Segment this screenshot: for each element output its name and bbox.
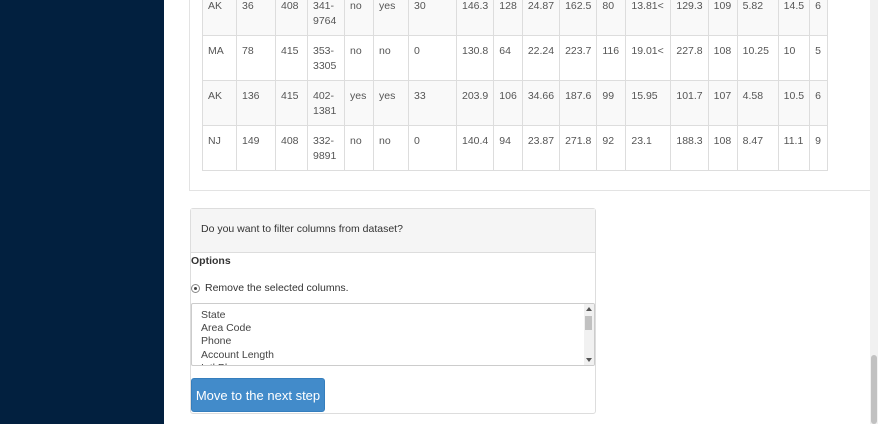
table-cell: 24.87 <box>521 0 561 36</box>
dataset-preview-panel: AK 36 408 341-9764 no yes 30 146.3 128 24.87 162.5… <box>189 0 870 191</box>
table-cell: 415 <box>275 80 308 126</box>
table-cell: 129.3 <box>670 0 709 36</box>
table-cell: 128 <box>493 0 523 36</box>
column-option[interactable]: Account Length <box>201 349 274 362</box>
table-cell: 78 <box>236 35 276 81</box>
table-cell: 223.7 <box>559 35 598 81</box>
table-cell: 6 <box>809 0 829 36</box>
scroll-thumb[interactable] <box>585 316 592 330</box>
table-cell: 140.4 <box>455 125 495 171</box>
table-cell: 227.8 <box>670 35 709 81</box>
table-cell: 353-3305 <box>307 35 345 81</box>
table-row: AK 136 415 402-1381 yes yes 33 203.9 106 34.66 187… <box>202 80 829 126</box>
table-cell: yes <box>373 80 409 126</box>
table-row: AK 36 408 341-9764 no yes 30 146.3 128 24.87 162.5… <box>202 0 829 36</box>
table-cell: 10 <box>777 35 811 81</box>
dataset-table: AK 36 408 341-9764 no yes 30 146.3 128 24.87 162.5… <box>202 0 829 171</box>
scroll-down-icon[interactable] <box>586 358 592 362</box>
table-cell: 8.47 <box>736 125 779 171</box>
table-cell: 402-1381 <box>307 80 345 126</box>
table-cell: 271.8 <box>559 125 598 171</box>
table-cell: no <box>344 35 374 81</box>
table-cell: 64 <box>493 35 523 81</box>
table-cell: yes <box>344 80 374 126</box>
column-option[interactable]: Area Code <box>201 322 274 335</box>
table-cell: 4.58 <box>736 80 779 126</box>
table-cell: 108 <box>707 35 738 81</box>
table-cell: 146.3 <box>455 0 495 36</box>
column-option[interactable]: Intl Plan <box>201 362 274 365</box>
options-label: Options <box>191 255 231 267</box>
table-cell: NJ <box>202 125 237 171</box>
radio-button[interactable] <box>191 283 200 293</box>
column-option[interactable]: Phone <box>201 335 274 348</box>
table-cell: 15.95 <box>625 80 672 126</box>
table-cell: 415 <box>275 35 308 81</box>
table-cell: 116 <box>596 35 627 81</box>
table-cell: 36 <box>236 0 276 36</box>
table-cell: AK <box>202 0 237 36</box>
table-cell: 5 <box>809 35 829 81</box>
next-step-button[interactable]: Move to the next step <box>191 378 325 412</box>
table-cell: 9 <box>809 125 829 171</box>
table-cell: no <box>344 125 374 171</box>
table-cell: 109 <box>707 0 738 36</box>
table-cell: 0 <box>408 125 457 171</box>
table-cell: no <box>373 125 409 171</box>
table-cell: 23.1 <box>625 125 672 171</box>
remove-columns-option[interactable]: Remove the selected columns. <box>191 282 349 294</box>
main-content: AK 36 408 341-9764 no yes 30 146.3 128 24.87 162.5… <box>164 0 870 424</box>
scroll-up-icon[interactable] <box>586 307 592 311</box>
table-cell: no <box>373 35 409 81</box>
table-cell: 6 <box>809 80 829 126</box>
table-cell: 149 <box>236 125 276 171</box>
table-cell: yes <box>373 0 409 36</box>
table-cell: 10.25 <box>736 35 779 81</box>
table-cell: no <box>344 0 374 36</box>
sidebar <box>0 0 164 424</box>
table-cell: 332-9891 <box>307 125 345 171</box>
table-cell: 94 <box>493 125 523 171</box>
table-cell: 187.6 <box>559 80 598 126</box>
table-cell: 162.5 <box>559 0 598 36</box>
table-cell: 203.9 <box>455 80 495 126</box>
filter-columns-panel: Do you want to filter columns from datas… <box>190 208 596 414</box>
table-cell: 341-9764 <box>307 0 345 36</box>
column-select-list[interactable]: StateArea CodePhoneAccount LengthIntl Pl… <box>191 303 595 366</box>
table-cell: 10.5 <box>777 80 811 126</box>
radio-label: Remove the selected columns. <box>205 282 349 294</box>
page-scroll-thumb[interactable] <box>871 355 877 424</box>
table-cell: MA <box>202 35 237 81</box>
table-cell: 99 <box>596 80 627 126</box>
table-row: NJ 149 408 332-9891 no no 0 140.4 94 23.87 271.8 92… <box>202 125 829 171</box>
table-cell: 108 <box>707 125 738 171</box>
table-cell: 92 <box>596 125 627 171</box>
table-row: MA 78 415 353-3305 no no 0 130.8 64 22.24 223.7 116… <box>202 35 829 81</box>
table-cell: 14.5 <box>777 0 811 36</box>
filter-question: Do you want to filter columns from datas… <box>191 209 595 253</box>
page-scrollbar[interactable] <box>870 0 878 424</box>
table-cell: 33 <box>408 80 457 126</box>
table-cell: 106 <box>493 80 523 126</box>
table-cell: 13.81< <box>625 0 672 36</box>
table-cell: 80 <box>596 0 627 36</box>
table-cell: AK <box>202 80 237 126</box>
column-option[interactable]: State <box>201 309 274 322</box>
table-cell: 5.82 <box>736 0 779 36</box>
table-cell: 19.01< <box>625 35 672 81</box>
table-cell: 408 <box>275 0 308 36</box>
table-cell: 11.1 <box>777 125 811 171</box>
table-cell: 30 <box>408 0 457 36</box>
table-cell: 130.8 <box>455 35 495 81</box>
table-cell: 34.66 <box>521 80 561 126</box>
table-cell: 22.24 <box>521 35 561 81</box>
table-cell: 0 <box>408 35 457 81</box>
table-cell: 188.3 <box>670 125 709 171</box>
table-cell: 136 <box>236 80 276 126</box>
table-cell: 107 <box>707 80 738 126</box>
table-cell: 408 <box>275 125 308 171</box>
table-cell: 23.87 <box>521 125 561 171</box>
table-cell: 101.7 <box>670 80 709 126</box>
listbox-scrollbar[interactable] <box>584 304 594 365</box>
